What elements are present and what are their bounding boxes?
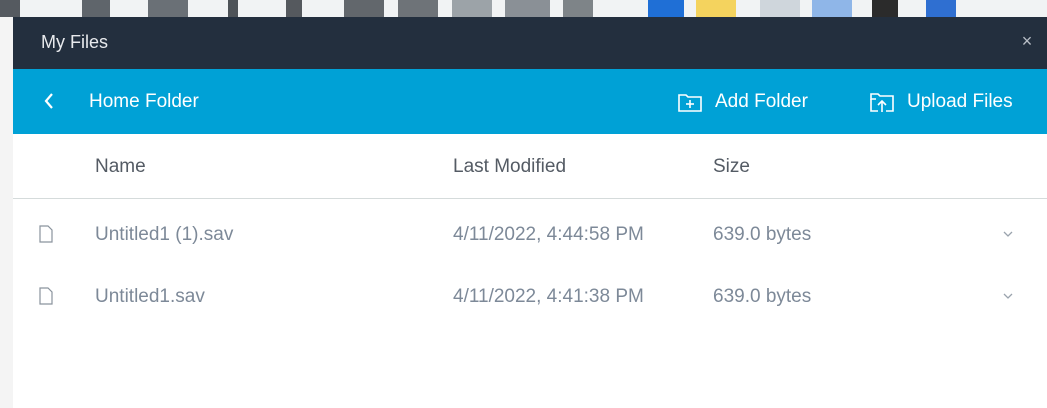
- taskbar-item: [452, 0, 492, 17]
- file-name[interactable]: Untitled1 (1).sav: [95, 224, 233, 246]
- taskbar-item: [696, 0, 736, 17]
- background-window-edge: [0, 17, 14, 408]
- file-size: 639.0 bytes: [713, 224, 812, 245]
- column-header-last-modified[interactable]: Last Modified: [453, 156, 566, 178]
- dialog-title: My Files: [41, 32, 108, 52]
- my-files-dialog: My Files × Home Folder Add Folder Upload…: [13, 17, 1047, 408]
- taskbar-item: [344, 0, 384, 17]
- taskbar-item: [760, 0, 800, 17]
- taskbar-item: [812, 0, 852, 17]
- upload-icon: [870, 93, 894, 112]
- taskbar-item: [648, 0, 684, 17]
- taskbar-item: [286, 0, 302, 17]
- table-row[interactable]: Untitled1.sav 4/11/2022, 4:41:38 PM 639.…: [13, 267, 1047, 327]
- close-button[interactable]: ×: [1015, 29, 1039, 53]
- table-row[interactable]: Untitled1 (1).sav 4/11/2022, 4:44:58 PM …: [13, 205, 1047, 265]
- add-folder-button[interactable]: Add Folder: [677, 87, 808, 117]
- taskbar-item: [505, 0, 550, 17]
- taskbar-item: [563, 0, 593, 17]
- page: My Files × Home Folder Add Folder Upload…: [0, 0, 1047, 408]
- table-header: Name Last Modified Size: [13, 134, 1047, 199]
- taskbar-item: [0, 0, 20, 17]
- column-header-size[interactable]: Size: [713, 156, 750, 178]
- file-icon: [39, 225, 53, 243]
- file-name[interactable]: Untitled1.sav: [95, 286, 205, 308]
- add-folder-icon: [678, 94, 702, 112]
- file-last-modified: 4/11/2022, 4:41:38 PM: [453, 286, 644, 307]
- taskbar-item: [872, 0, 898, 17]
- dialog-titlebar: My Files ×: [13, 17, 1047, 69]
- taskbar-item: [82, 0, 110, 17]
- upload-files-button[interactable]: Upload Files: [869, 87, 1013, 117]
- taskbar-item: [148, 0, 188, 17]
- add-folder-label: Add Folder: [715, 91, 808, 112]
- chevron-down-icon[interactable]: [1001, 229, 1015, 239]
- current-folder-name: Home Folder: [89, 91, 199, 112]
- background-taskbar-strip: [0, 0, 1047, 17]
- folder-toolbar: Home Folder Add Folder Upload Files: [13, 69, 1047, 134]
- file-last-modified: 4/11/2022, 4:44:58 PM: [453, 224, 644, 245]
- file-icon: [39, 287, 53, 305]
- back-button[interactable]: [39, 87, 59, 115]
- taskbar-item: [926, 0, 956, 17]
- taskbar-item: [228, 0, 238, 17]
- upload-files-label: Upload Files: [907, 91, 1013, 112]
- chevron-left-icon: [44, 93, 53, 109]
- column-header-name[interactable]: Name: [95, 156, 146, 178]
- chevron-down-icon[interactable]: [1001, 291, 1015, 301]
- taskbar-item: [398, 0, 438, 17]
- file-size: 639.0 bytes: [713, 286, 812, 307]
